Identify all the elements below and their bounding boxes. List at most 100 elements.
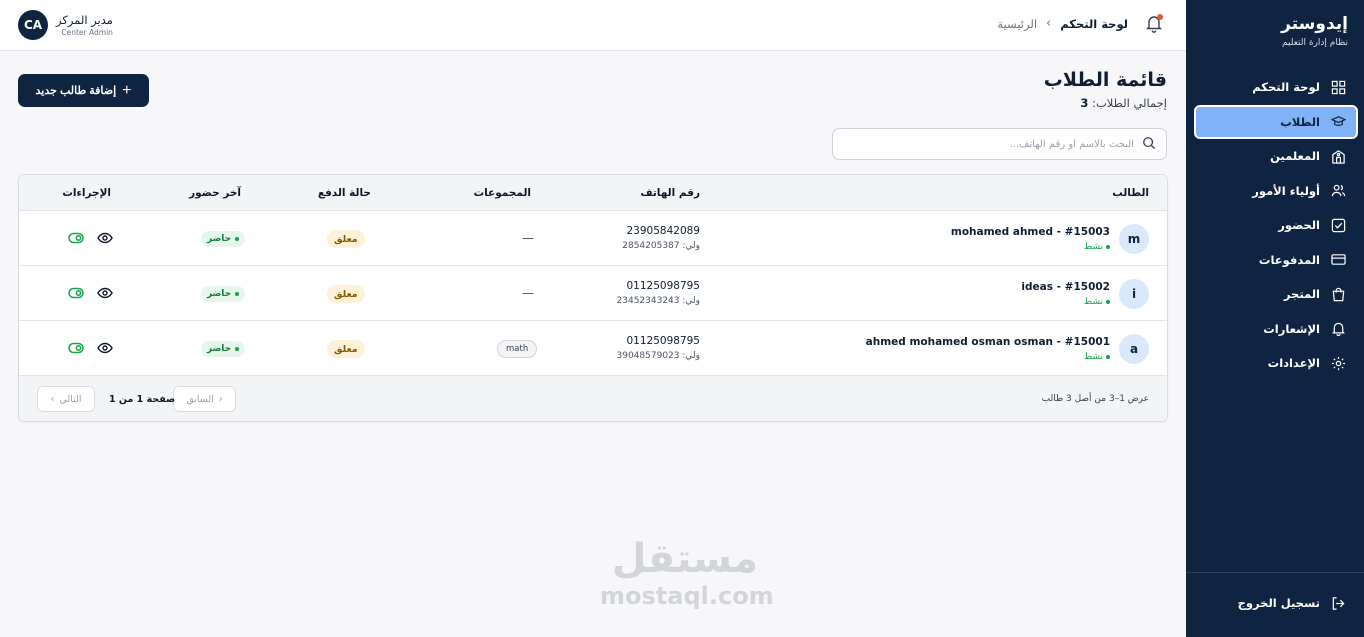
sidebar-item-payments[interactable]: المدفوعات [1186,243,1364,278]
column-header-last-attendance: آخر حضور [189,187,241,199]
sidebar-item-label: الإشعارات [1263,321,1320,336]
grid-icon [1330,79,1346,95]
guardian-phone: ولي: 39048579023 [616,351,700,361]
student-name[interactable]: ahmed mohamed osman osman - #15001 [866,336,1110,348]
groups-empty: — [522,286,534,300]
chevron-left-icon: ‹ [218,393,223,405]
toggle-active-icon[interactable] [68,232,84,244]
guardian-phone: ولي: 2854205387 [622,241,700,251]
view-eye-icon[interactable] [97,231,113,245]
status-label: نشط [1083,242,1103,252]
gear-icon [1330,355,1346,371]
column-header-groups: المجموعات [473,187,531,199]
sidebar-item-students[interactable]: الطلاب [1194,104,1358,139]
attendance-label: حاضر [207,234,232,244]
table-row[interactable]: m mohamed ahmed - #15003 نشط 23905842089… [19,211,1167,266]
sidebar-item-dashboard[interactable]: لوحة التحكم [1186,70,1364,105]
sidebar-item-label: الطلاب [1280,114,1320,129]
group-tag: math [497,340,538,358]
payment-status-badge: معلق [327,340,365,358]
count-value: 3 [1080,96,1089,110]
brand: إيدوستر نظام إدارة التعليم [1281,14,1348,48]
sidebar-item-label: الحضور [1278,218,1320,233]
prev-label: السابق [186,393,214,405]
toggle-active-icon[interactable] [68,342,84,354]
prev-page-button[interactable]: ‹ السابق [173,386,236,412]
topbar: لوحة التحكم › الرئيسية CA مدير المركز Ce… [0,0,1186,51]
attendance-dot [235,292,240,296]
sidebar-item-attendance[interactable]: الحضور [1186,208,1364,243]
status-dot [1106,245,1110,249]
student-avatar: i [1119,279,1149,309]
notification-dot [1157,14,1163,20]
table-row[interactable]: a ahmed mohamed osman osman - #15001 نشط… [19,321,1167,376]
view-eye-icon[interactable] [97,341,113,355]
status-label: نشط [1083,352,1103,362]
building-icon [1330,148,1346,164]
student-name[interactable]: ideas - #15002 [1021,281,1110,293]
sidebar-item-notifications[interactable]: الإشعارات [1186,312,1364,347]
brand-subtitle: نظام إدارة التعليم [1282,38,1348,48]
students-count: إجمالي الطلاب: 3 [1080,96,1167,110]
breadcrumb: لوحة التحكم › الرئيسية [997,16,1128,31]
status-label: نشط [1083,297,1103,307]
plus-icon: + [122,81,132,99]
sidebar-divider [1186,572,1364,573]
student-phone: 01125098795 [626,335,701,347]
sidebar-item-teachers[interactable]: المعلمين [1186,139,1364,174]
bell-icon [1144,16,1164,37]
check-square-icon [1330,217,1346,233]
table-row[interactable]: i ideas - #15002 نشط 01125098795 ولي: 23… [19,266,1167,321]
table-footer: عرض 1–3 من أصل 3 طالب ‹ السابق صفحة 1 من… [19,376,1167,421]
credit-card-icon [1330,252,1346,268]
attendance-badge: حاضر [201,286,246,302]
view-eye-icon[interactable] [97,286,113,300]
search-icon [1142,136,1156,153]
user-menu[interactable]: CA مدير المركز Center Admin [18,10,113,40]
sidebar-item-label: المعلمين [1270,149,1320,164]
sidebar-item-settings[interactable]: الإعدادات [1186,346,1364,381]
toggle-active-icon[interactable] [68,287,84,299]
student-phone: 01125098795 [626,280,701,292]
student-avatar: m [1119,224,1149,254]
shopping-bag-icon [1330,286,1346,302]
user-role: Center Admin [61,28,113,37]
chevron-right-icon: › [50,393,55,405]
sidebar-item-label: أولياء الأمور [1252,183,1320,198]
watermark-latin: mostaql.com [600,582,774,610]
student-status: نشط [1084,242,1110,252]
student-status: نشط [1084,352,1110,362]
attendance-label: حاضر [207,289,232,299]
column-header-phone: رقم الهاتف [640,187,700,199]
logout-icon [1330,595,1346,611]
sidebar: إيدوستر نظام إدارة التعليم لوحة التحكم ا… [1186,0,1364,637]
sidebar-item-label: الإعدادات [1267,356,1320,371]
next-label: التالي [59,393,82,405]
logout-button[interactable]: تسجيل الخروج [1186,586,1364,620]
table-header: الطالب رقم الهاتف المجموعات حالة الدفع آ… [19,175,1167,211]
guardian-phone: ولي: 23452343243 [616,296,700,306]
students-table: الطالب رقم الهاتف المجموعات حالة الدفع آ… [18,174,1168,422]
search-box [832,128,1167,160]
column-header-actions: الإجراءات [62,187,111,199]
breadcrumb-home-link[interactable]: الرئيسية [997,17,1037,31]
breadcrumb-current: لوحة التحكم [1060,16,1128,31]
next-page-button[interactable]: التالي › [37,386,95,412]
graduation-cap-icon [1330,114,1346,130]
attendance-badge: حاضر [201,231,246,247]
results-info: عرض 1–3 من أصل 3 طالب [1041,394,1149,404]
bell-icon [1330,321,1346,337]
search-input[interactable] [843,138,1134,150]
attendance-badge: حاضر [201,341,246,357]
brand-title: إيدوستر [1281,14,1348,34]
add-student-button[interactable]: + إضافة طالب جديد [18,74,149,107]
notifications-bell-button[interactable] [1144,12,1164,34]
attendance-dot [235,237,240,241]
student-name[interactable]: mohamed ahmed - #15003 [951,226,1110,238]
sidebar-item-parents[interactable]: أولياء الأمور [1186,174,1364,209]
chevron-left-icon: › [1046,16,1052,31]
column-header-student: الطالب [1112,187,1149,199]
logout-label: تسجيل الخروج [1237,596,1320,610]
page-title: قائمة الطلاب [1043,69,1167,91]
sidebar-item-store[interactable]: المتجر [1186,277,1364,312]
